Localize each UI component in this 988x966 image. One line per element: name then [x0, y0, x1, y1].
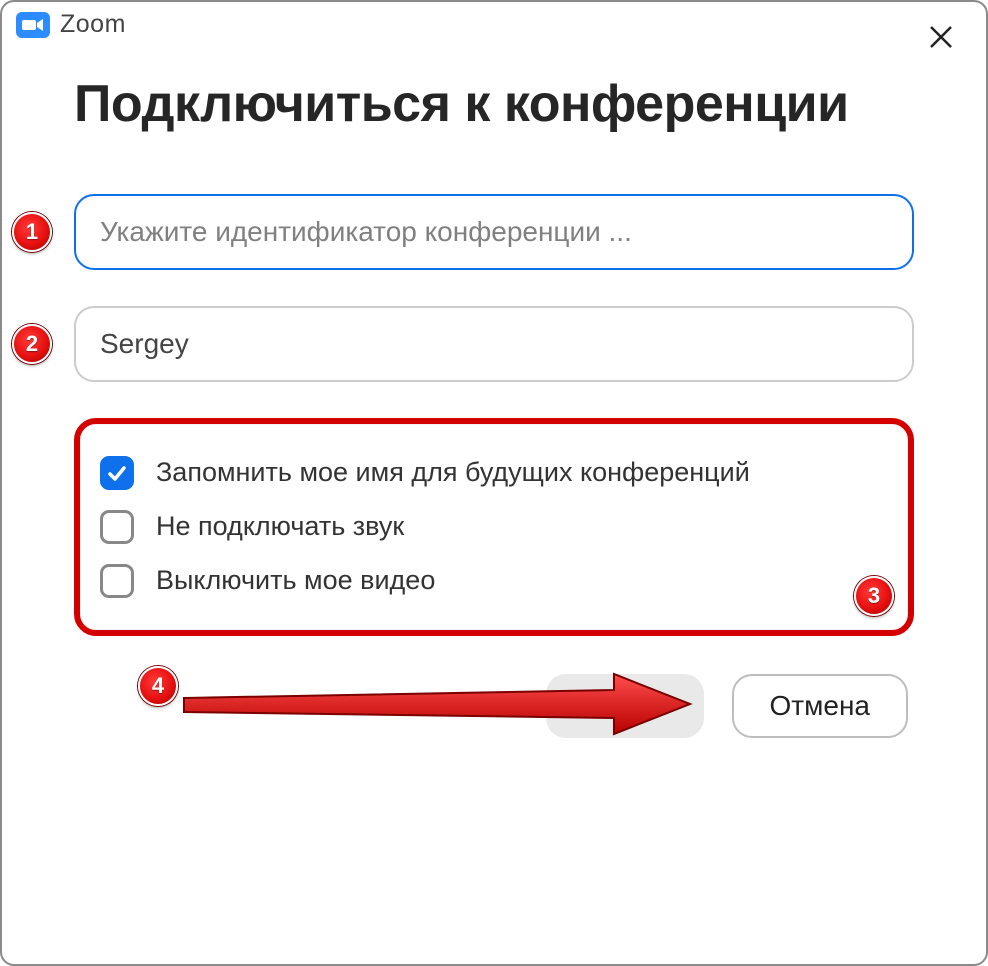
- meeting-id-row: 1: [74, 194, 914, 270]
- meeting-id-input[interactable]: [74, 194, 914, 270]
- zoom-app-icon: [16, 12, 50, 38]
- zoom-join-window: Zoom Подключиться к конференции 1 2: [0, 0, 988, 966]
- checkbox-no-audio[interactable]: [100, 510, 134, 544]
- annotation-badge-2: 2: [12, 324, 52, 364]
- annotation-badge-1: 1: [12, 212, 52, 252]
- titlebar: Zoom: [2, 2, 986, 43]
- window-title: Zoom: [60, 10, 126, 39]
- dialog-heading: Подключиться к конференции: [74, 71, 914, 138]
- annotation-badge-4: 4: [138, 666, 178, 706]
- name-input[interactable]: [74, 306, 914, 382]
- annotation-badge-3: 3: [854, 576, 894, 616]
- cancel-button[interactable]: Отмена: [732, 674, 908, 738]
- option-label: Запомнить мое имя для будущих конференци…: [156, 457, 750, 488]
- checkmark-icon: [106, 462, 128, 484]
- checkbox-remember-name[interactable]: [100, 456, 134, 490]
- close-icon: [928, 24, 954, 50]
- join-button[interactable]: Войти: [546, 674, 703, 738]
- checkbox-no-video[interactable]: [100, 564, 134, 598]
- content-area: Подключиться к конференции 1 2 Запомнить…: [2, 43, 986, 738]
- option-no-video[interactable]: Выключить мое видео: [100, 554, 888, 608]
- option-remember-name[interactable]: Запомнить мое имя для будущих конференци…: [100, 446, 888, 500]
- option-no-audio[interactable]: Не подключать звук: [100, 500, 888, 554]
- option-label: Выключить мое видео: [156, 565, 435, 596]
- close-button[interactable]: [924, 20, 958, 54]
- footer-row: 4 Войти Отмена: [74, 674, 914, 738]
- options-group: Запомнить мое имя для будущих конференци…: [74, 418, 914, 636]
- option-label: Не подключать звук: [156, 511, 404, 542]
- name-row: 2: [74, 306, 914, 382]
